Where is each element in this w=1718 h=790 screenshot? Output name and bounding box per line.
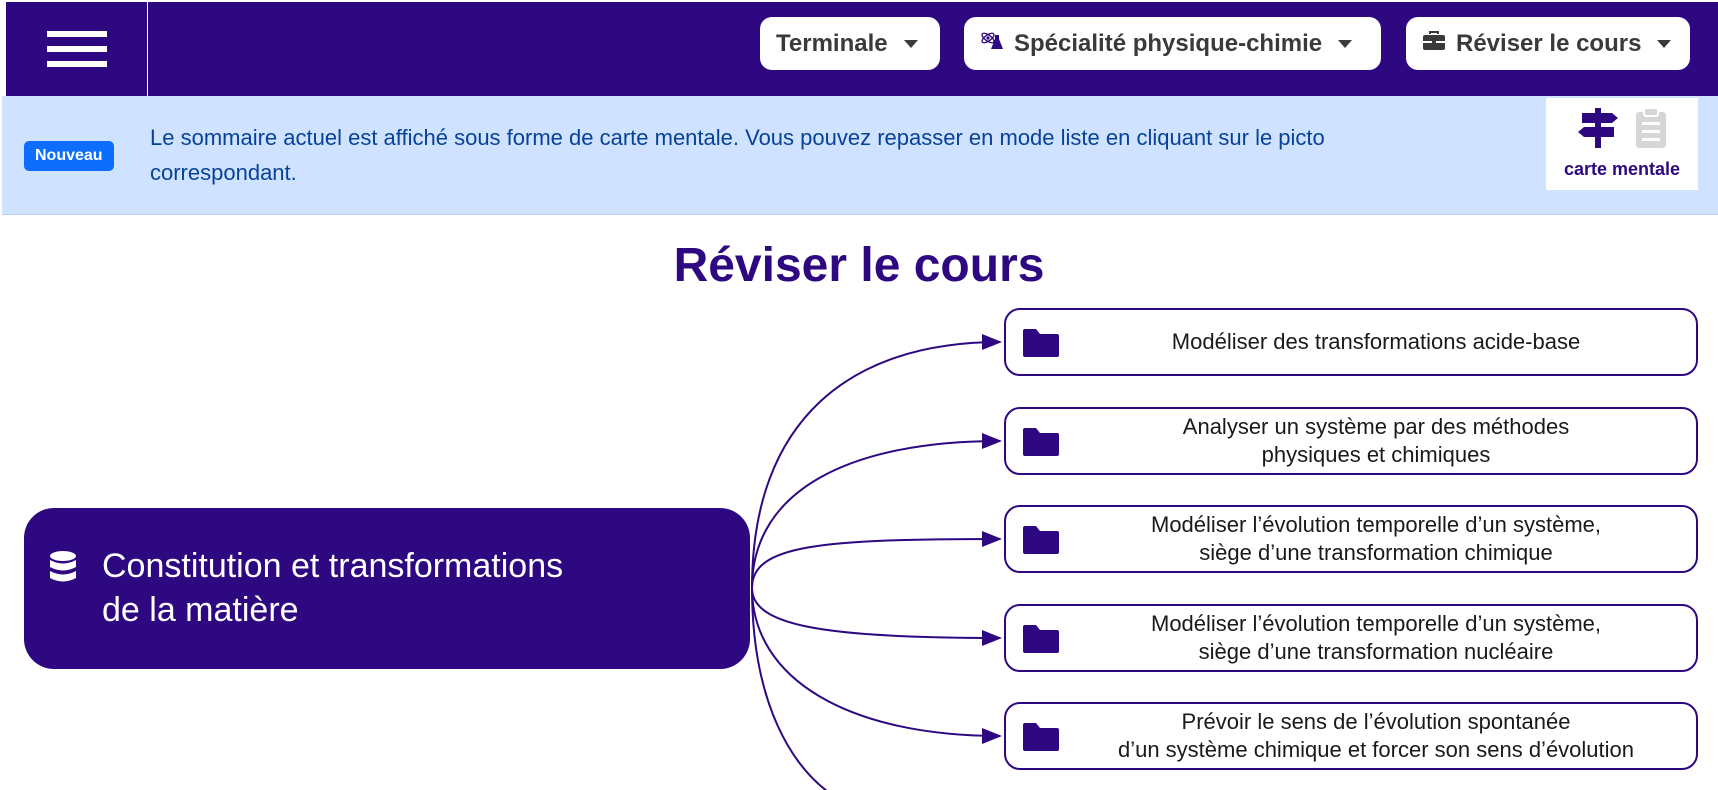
mindmap-child-node-5[interactable]: Prévoir le sens de l’évolution spontanée… — [1004, 702, 1698, 770]
folder-icon — [1022, 328, 1060, 363]
mindmap-child-node-3[interactable]: Modéliser l’évolution temporelle d’un sy… — [1004, 505, 1698, 573]
mindmap-child-node-2[interactable]: Analyser un système par des méthodes phy… — [1004, 407, 1698, 475]
connector-3 — [751, 531, 1002, 589]
mindmap-child-node-1[interactable]: Modéliser des transformations acide-base — [1004, 308, 1698, 376]
database-icon — [48, 550, 78, 589]
folder-icon — [1022, 722, 1060, 757]
mindmap-child-label: Modéliser des transformations acide-base — [1171, 329, 1581, 354]
connector-2 — [751, 433, 1002, 589]
mindmap-root-label: Constitution et transformations de la ma… — [102, 547, 564, 629]
mindmap-child-label: Modéliser l’évolution temporelle d’un sy… — [1151, 611, 1601, 664]
folder-icon — [1022, 427, 1060, 462]
connector-6 — [751, 587, 828, 790]
folder-icon — [1022, 525, 1060, 560]
connector-4 — [751, 587, 1002, 646]
folder-icon — [1022, 624, 1060, 659]
connector-5 — [751, 587, 1002, 744]
mindmap-child-label: Modéliser l’évolution temporelle d’un sy… — [1151, 512, 1601, 565]
mindmap-child-node-4[interactable]: Modéliser l’évolution temporelle d’un sy… — [1004, 604, 1698, 672]
mindmap-child-label: Prévoir le sens de l’évolution spontanée… — [1117, 709, 1635, 762]
mindmap-child-label: Analyser un système par des méthodes phy… — [1182, 414, 1570, 467]
mindmap-root-node[interactable]: Constitution et transformations de la ma… — [24, 508, 750, 669]
